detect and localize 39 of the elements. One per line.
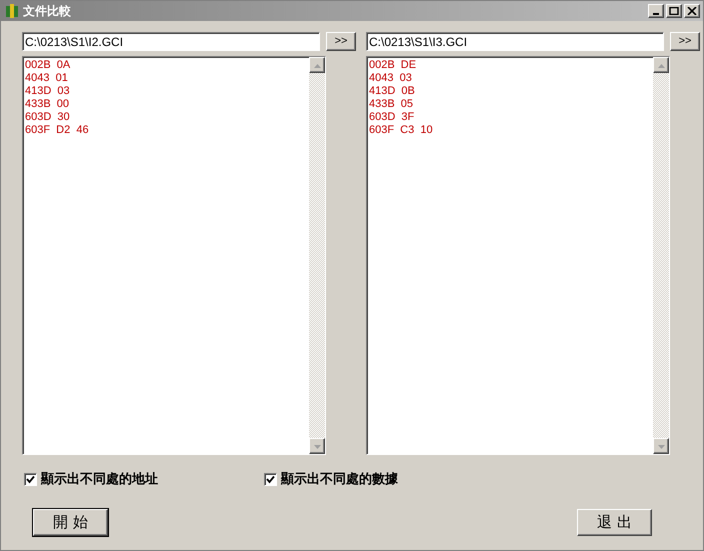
check-icon: [266, 475, 275, 484]
close-button[interactable]: [684, 4, 700, 18]
scroll-down-icon: [309, 438, 325, 454]
browse-button[interactable]: >>: [670, 32, 700, 51]
scrollbar[interactable]: [309, 57, 325, 454]
list-item: 002B DE: [369, 59, 418, 72]
window-title: 文件比較: [23, 3, 71, 20]
exit-button[interactable]: 退 出: [577, 508, 652, 536]
file-path-field[interactable]: C:\0213\S1\I2.GCI: [22, 32, 320, 51]
list-item: 413D 03: [25, 85, 71, 98]
browse-button[interactable]: >>: [326, 32, 356, 51]
scroll-up-icon: [653, 57, 669, 73]
start-button[interactable]: 開 始: [33, 508, 108, 536]
checkbox-label: 顯示出不同處的數據: [281, 471, 398, 489]
checkbox-label: 顯示出不同處的地址: [41, 471, 158, 489]
list-item: 603F D2 46: [25, 124, 90, 137]
checkbox[interactable]: [264, 473, 277, 486]
file-path-field[interactable]: C:\0213\S1\I3.GCI: [366, 32, 664, 51]
close-icon: [687, 7, 697, 15]
list-item: 433B 05: [369, 98, 414, 111]
list-item: 603D 30: [25, 111, 71, 124]
app-icon: [4, 3, 20, 19]
list-item: 413D 0B: [369, 85, 416, 98]
list-item: 4043 03: [369, 72, 413, 85]
list-item: 433B 00: [25, 98, 70, 111]
list-item: 002B 0A: [25, 59, 72, 72]
scrollbar[interactable]: [653, 57, 669, 454]
scroll-down-icon: [653, 438, 669, 454]
list-item: 603F C3 10: [369, 124, 434, 137]
checkbox[interactable]: [24, 473, 37, 486]
maximize-icon: [669, 7, 679, 15]
maximize-button[interactable]: [666, 4, 682, 18]
list-item: 4043 01: [25, 72, 69, 85]
scroll-up-icon: [309, 57, 325, 73]
minimize-button[interactable]: [648, 4, 664, 18]
comparison-list[interactable]: 002B 0A 4043 01 413D 03 433B 00 603D 30 603F D2 46: [22, 56, 326, 455]
list-item: 603D 3F: [369, 111, 416, 124]
check-icon: [26, 475, 35, 484]
comparison-list[interactable]: 002B DE 4043 03 413D 0B 433B 05 603D 3F 603F C3 10: [366, 56, 670, 455]
